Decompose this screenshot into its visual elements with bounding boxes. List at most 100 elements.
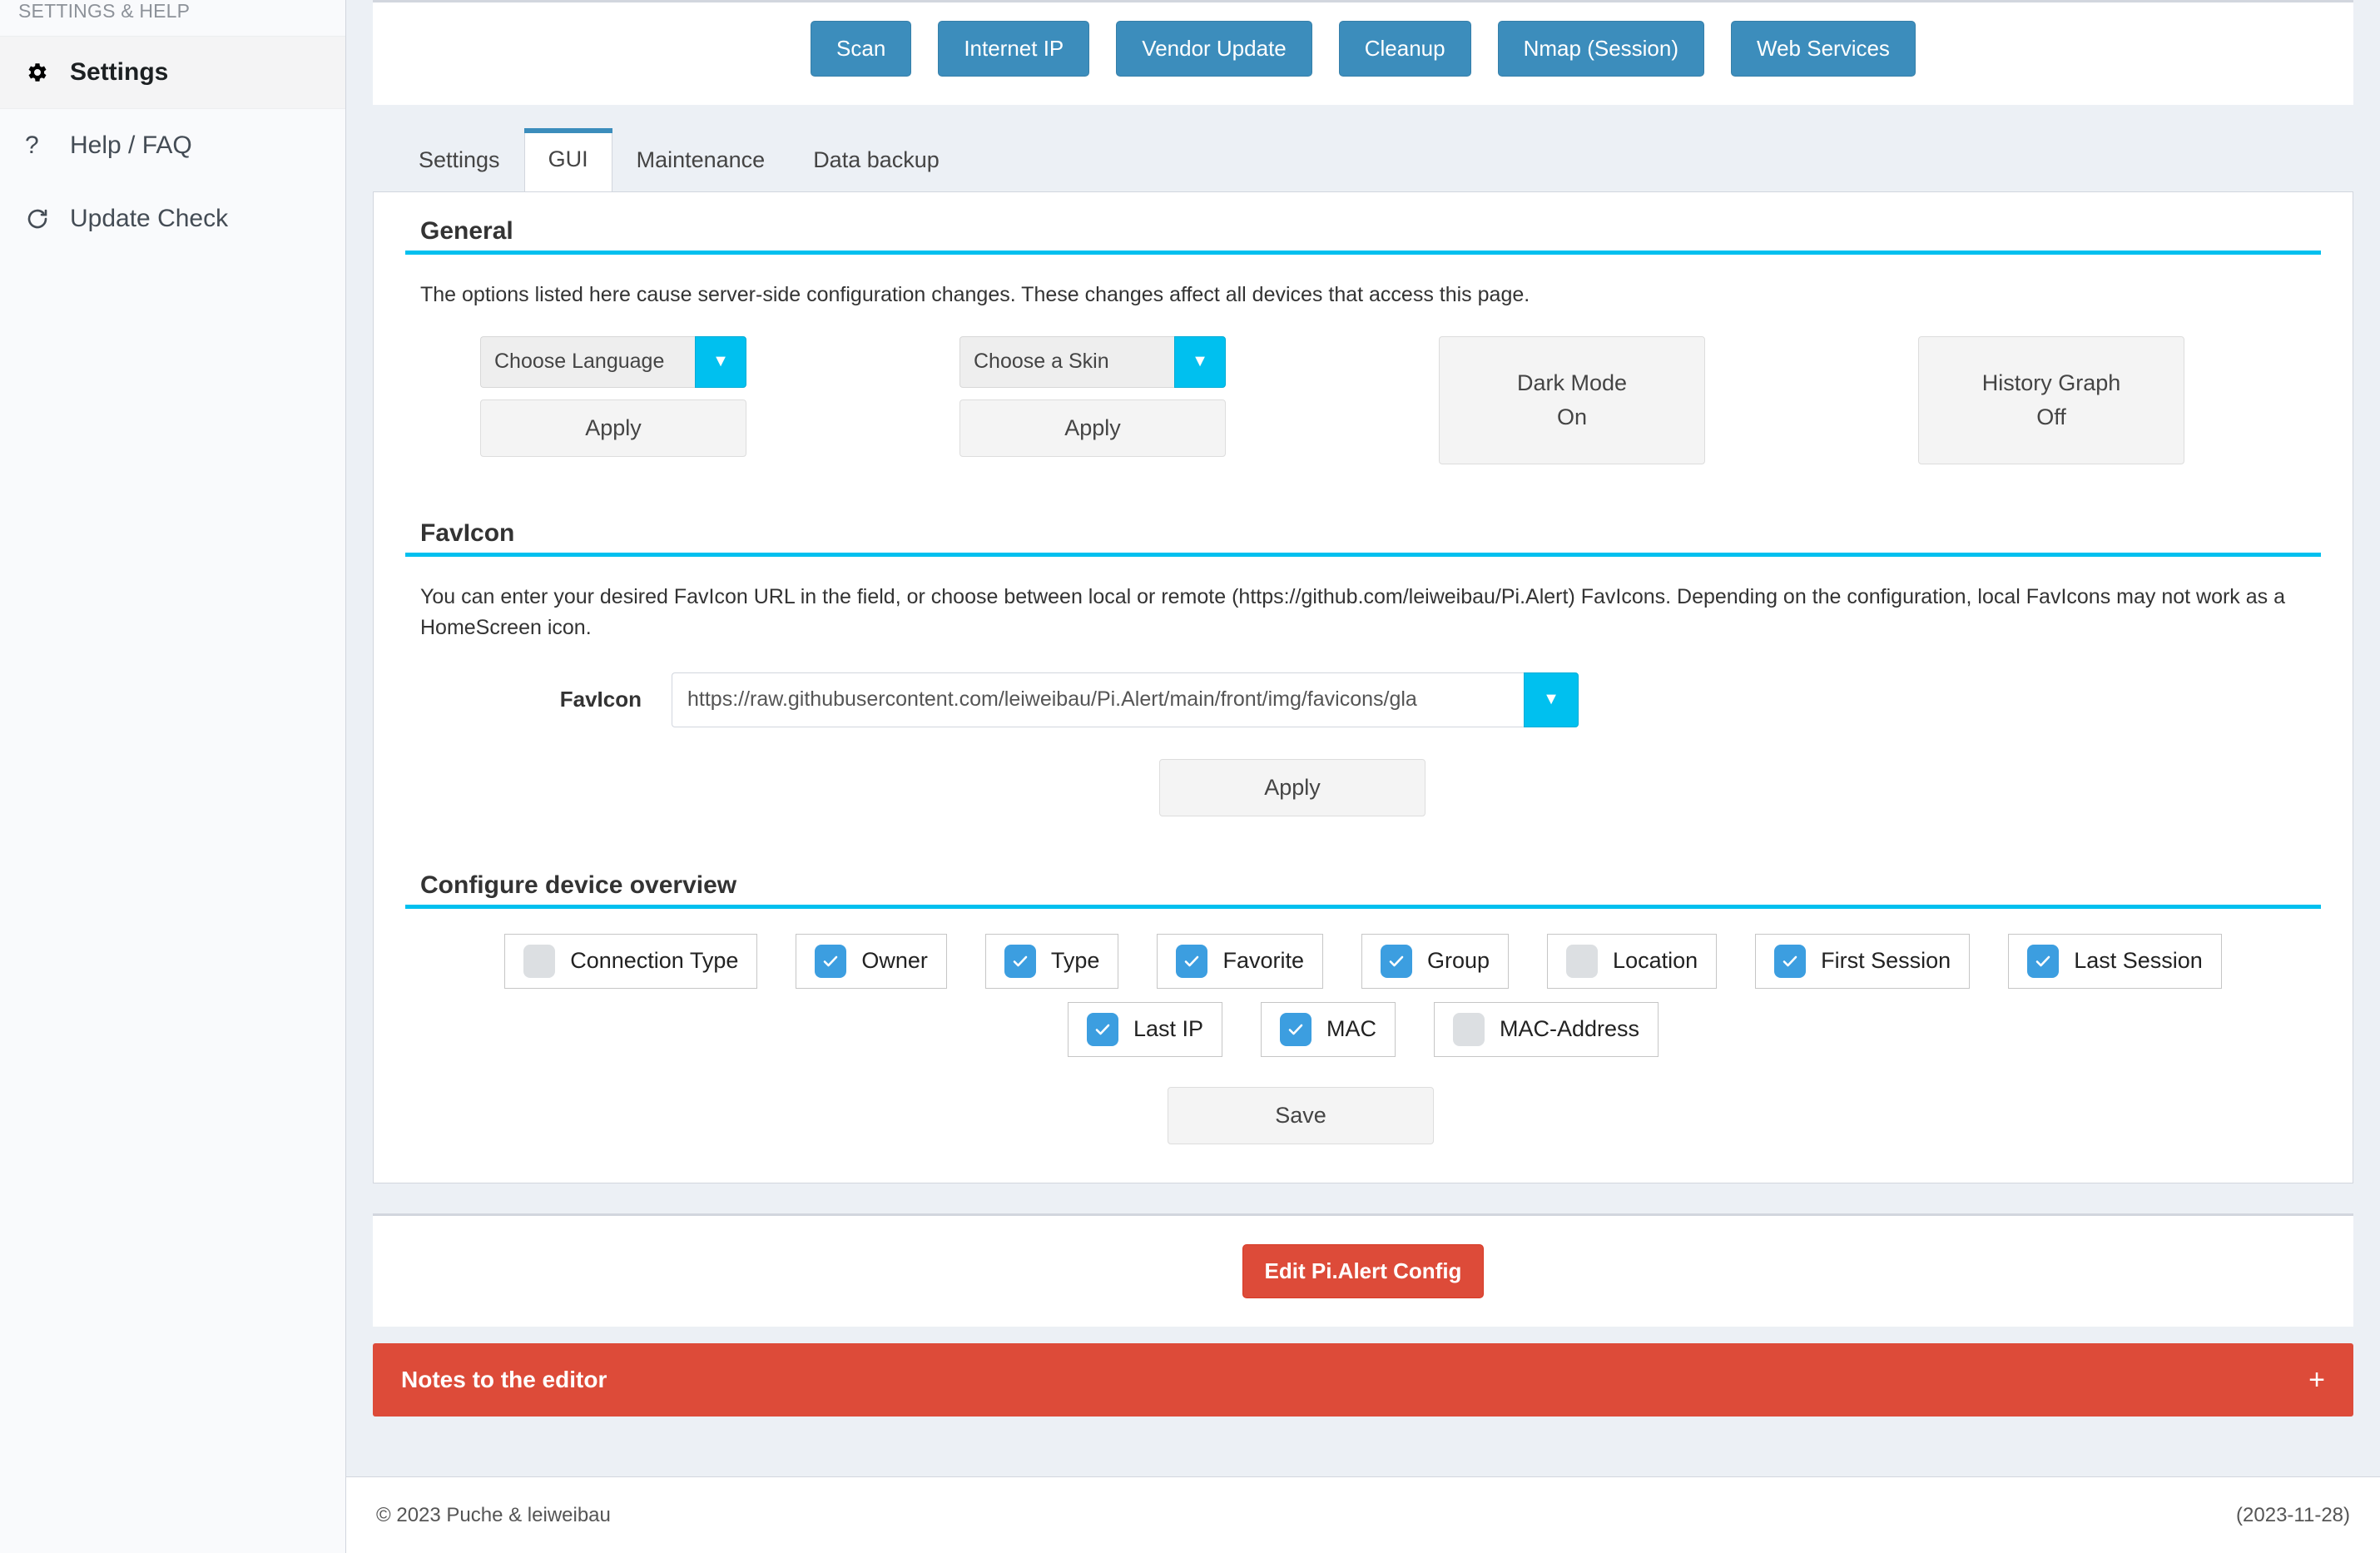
notes-to-editor-banner[interactable]: Notes to the editor +	[373, 1343, 2353, 1417]
checkbox-unchecked-icon	[523, 945, 555, 978]
favicon-input-row: FavIcon ▼	[405, 672, 2321, 727]
sidebar-item-label: Help / FAQ	[70, 131, 192, 160]
favicon-description: You can enter your desired FavIcon URL i…	[405, 582, 2321, 644]
gear-icon	[25, 60, 70, 85]
language-select[interactable]: Choose Language ▼	[480, 336, 746, 388]
checkbox-label: Group	[1427, 948, 1490, 974]
checkbox-favorite[interactable]: Favorite	[1157, 934, 1323, 989]
footer-copyright: © 2023 Puche & leiweibau	[376, 1504, 611, 1527]
skin-apply-button[interactable]: Apply	[959, 399, 1226, 457]
checkbox-first-session[interactable]: First Session	[1755, 934, 1970, 989]
checkbox-type[interactable]: Type	[985, 934, 1119, 989]
checkmark-icon	[1087, 1013, 1118, 1046]
checkbox-group[interactable]: Group	[1361, 934, 1509, 989]
sidebar-item-label: Settings	[70, 58, 168, 87]
app-root: SETTINGS & HELP Settings ? Help / FAQ Up…	[0, 0, 2380, 1553]
refresh-icon	[25, 206, 70, 231]
edit-config-box: Edit Pi.Alert Config	[373, 1213, 2353, 1327]
page-footer: © 2023 Puche & leiweibau (2023-11-28)	[346, 1476, 2380, 1553]
checkbox-connection-type[interactable]: Connection Type	[504, 934, 757, 989]
web-services-button[interactable]: Web Services	[1731, 21, 1916, 77]
checkbox-unchecked-icon	[1453, 1013, 1485, 1046]
skin-select-value: Choose a Skin	[959, 336, 1174, 388]
checkbox-label: Last IP	[1133, 1016, 1203, 1042]
chevron-down-icon[interactable]: ▼	[695, 336, 746, 388]
favicon-apply-button[interactable]: Apply	[1159, 759, 1426, 816]
sidebar-header: SETTINGS & HELP	[0, 0, 345, 36]
device-overview-checkbox-row-2: Last IP MAC MAC-Address	[405, 1002, 2321, 1057]
chevron-down-icon[interactable]: ▼	[1174, 336, 1226, 388]
vendor-update-button[interactable]: Vendor Update	[1116, 21, 1311, 77]
edit-pialert-config-button[interactable]: Edit Pi.Alert Config	[1242, 1244, 1485, 1298]
notes-title: Notes to the editor	[401, 1367, 607, 1393]
checkbox-mac[interactable]: MAC	[1261, 1002, 1396, 1057]
tab-bar: Settings GUI Maintenance Data backup	[373, 105, 2353, 191]
checkbox-location[interactable]: Location	[1547, 934, 1717, 989]
internet-ip-button[interactable]: Internet IP	[938, 21, 1089, 77]
checkbox-label: Location	[1613, 948, 1698, 974]
device-overview-save-row: Save	[405, 1087, 2321, 1144]
dark-mode-state: On	[1557, 400, 1587, 434]
chevron-down-icon[interactable]: ▼	[1524, 672, 1579, 727]
favicon-field-label: FavIcon	[480, 687, 672, 712]
tab-maintenance[interactable]: Maintenance	[612, 128, 790, 191]
gui-settings-panel: General The options listed here cause se…	[373, 191, 2353, 1183]
question-icon: ?	[25, 131, 70, 160]
main-content: Scan Internet IP Vendor Update Cleanup N…	[346, 0, 2380, 1553]
plus-icon[interactable]: +	[2308, 1366, 2325, 1394]
favicon-input-group: ▼	[672, 672, 1579, 727]
history-graph-option-group: History Graph Off	[1918, 336, 2184, 464]
skin-option-group: Choose a Skin ▼ Apply	[959, 336, 1226, 457]
language-select-value: Choose Language	[480, 336, 695, 388]
dark-mode-option-group: Dark Mode On	[1439, 336, 1705, 464]
checkmark-icon	[1176, 945, 1207, 978]
checkbox-last-ip[interactable]: Last IP	[1068, 1002, 1222, 1057]
dark-mode-toggle-button[interactable]: Dark Mode On	[1439, 336, 1705, 464]
checkbox-last-session[interactable]: Last Session	[2008, 934, 2222, 989]
general-description: The options listed here cause server-sid…	[405, 280, 2321, 311]
device-overview-checkbox-row-1: Connection Type Owner Type	[405, 934, 2321, 989]
checkbox-label: Owner	[861, 948, 928, 974]
nmap-session-button[interactable]: Nmap (Session)	[1498, 21, 1704, 77]
checkbox-label: MAC-Address	[1500, 1016, 1639, 1042]
sidebar-item-settings[interactable]: Settings	[0, 36, 345, 109]
history-graph-toggle-button[interactable]: History Graph Off	[1918, 336, 2184, 464]
scan-button[interactable]: Scan	[811, 21, 911, 77]
sidebar-item-label: Update Check	[70, 205, 228, 233]
checkmark-icon	[815, 945, 846, 978]
checkmark-icon	[1280, 1013, 1311, 1046]
checkmark-icon	[1004, 945, 1036, 978]
language-option-group: Choose Language ▼ Apply	[480, 336, 746, 457]
dark-mode-label: Dark Mode	[1517, 366, 1627, 400]
language-apply-button[interactable]: Apply	[480, 399, 746, 457]
sidebar: SETTINGS & HELP Settings ? Help / FAQ Up…	[0, 0, 346, 1553]
favicon-url-input[interactable]	[672, 672, 1524, 727]
favicon-section-title: FavIcon	[405, 519, 2321, 557]
checkbox-label: Type	[1051, 948, 1100, 974]
content-wrapper: Scan Internet IP Vendor Update Cleanup N…	[346, 0, 2380, 1446]
checkmark-icon	[2027, 945, 2059, 978]
checkbox-mac-address[interactable]: MAC-Address	[1434, 1002, 1659, 1057]
tab-settings[interactable]: Settings	[394, 128, 524, 191]
footer-version-date: (2023-11-28)	[2236, 1504, 2350, 1527]
history-graph-label: History Graph	[1982, 366, 2121, 400]
action-toolbar: Scan Internet IP Vendor Update Cleanup N…	[373, 0, 2353, 105]
checkbox-label: MAC	[1326, 1016, 1376, 1042]
skin-select[interactable]: Choose a Skin ▼	[959, 336, 1226, 388]
favicon-apply-row: Apply	[405, 759, 2321, 816]
sidebar-item-update-check[interactable]: Update Check	[0, 182, 345, 256]
checkbox-label: Favorite	[1222, 948, 1304, 974]
checkbox-unchecked-icon	[1566, 945, 1598, 978]
save-button[interactable]: Save	[1168, 1087, 1434, 1144]
checkbox-owner[interactable]: Owner	[796, 934, 947, 989]
cleanup-button[interactable]: Cleanup	[1339, 21, 1471, 77]
checkbox-label: Connection Type	[570, 948, 738, 974]
tab-data-backup[interactable]: Data backup	[789, 128, 964, 191]
sidebar-item-help-faq[interactable]: ? Help / FAQ	[0, 109, 345, 182]
checkmark-icon	[1381, 945, 1412, 978]
history-graph-state: Off	[2036, 400, 2066, 434]
tab-gui[interactable]: GUI	[524, 128, 612, 191]
general-section-title: General	[405, 217, 2321, 255]
checkbox-label: First Session	[1821, 948, 1951, 974]
checkmark-icon	[1774, 945, 1806, 978]
